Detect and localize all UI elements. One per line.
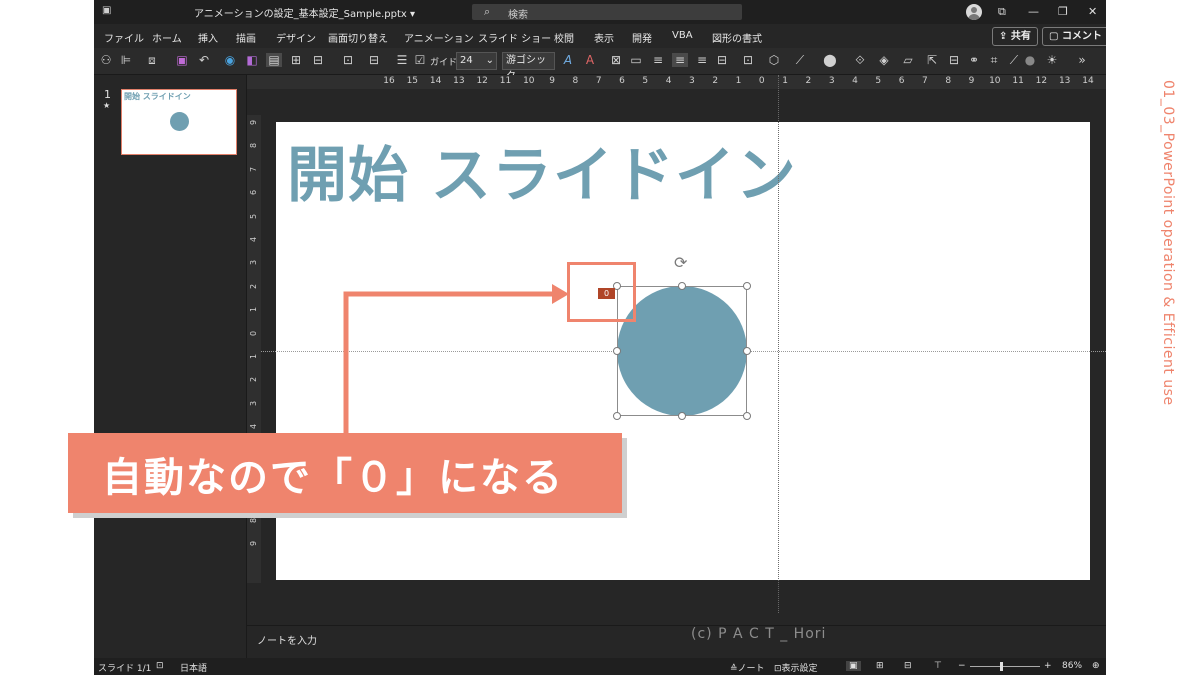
callout-box: 自動なので「０」になる: [68, 433, 622, 513]
side-caption: 01_03_PowerPoint operation & Efficient u…: [1160, 80, 1194, 406]
callout-text: 自動なので「０」になる: [102, 455, 564, 501]
callout-arrow: [343, 284, 569, 433]
arrow-line: [343, 291, 556, 433]
side-caption-text: 01_03_PowerPoint operation & Efficient u…: [1160, 80, 1176, 406]
arrow-head: [552, 284, 569, 304]
